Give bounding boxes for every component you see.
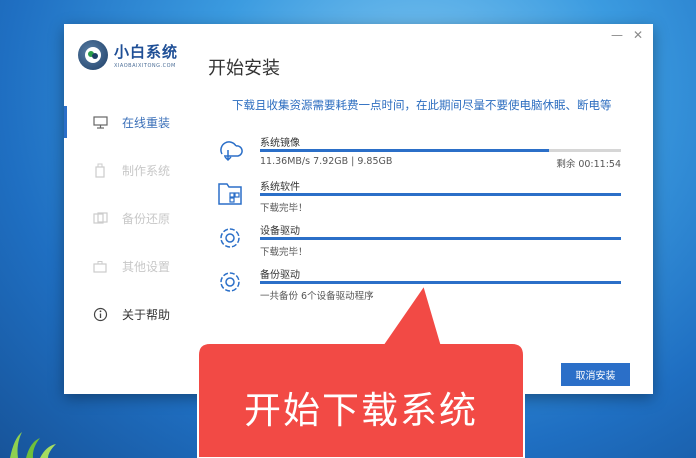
- task-name: 系统镜像: [260, 138, 300, 149]
- sidebar-item-label: 制作系统: [122, 163, 171, 178]
- sidebar-item-other-settings[interactable]: 其他设置: [64, 242, 194, 290]
- task-name: 系统软件: [260, 182, 300, 193]
- download-status: 下载完毕！: [260, 203, 308, 214]
- callout-text: 开始下载系统: [244, 389, 478, 432]
- progress-track: [260, 149, 621, 152]
- close-button[interactable]: ✕: [633, 28, 643, 42]
- sidebar-item-label: 在线重装: [122, 115, 171, 130]
- settings-briefcase-icon: [92, 258, 108, 274]
- progress-bar: [260, 281, 621, 284]
- download-status: 11.36MB/s 7.92GB | 9.85GB: [260, 156, 393, 167]
- cancel-install-button[interactable]: 取消安装: [561, 363, 630, 386]
- logo-badge-icon: [78, 40, 108, 70]
- download-status: 下载完毕！: [260, 247, 308, 258]
- usb-icon: [92, 162, 108, 178]
- progress-bar: [260, 149, 549, 152]
- software-package-icon: [214, 178, 246, 210]
- app-subtitle: XIAOBAIXITONG.COM: [114, 63, 176, 69]
- page-title: 开始安装: [208, 58, 280, 79]
- remaining-time: 剩余 00:11:54: [556, 159, 621, 170]
- task-name: 备份驱动: [260, 270, 300, 281]
- app-name: 小白系统: [114, 43, 179, 61]
- active-indicator: [64, 106, 67, 138]
- monitor-icon: [92, 114, 108, 130]
- progress-track: [260, 281, 621, 284]
- sidebar-item-label: 其他设置: [122, 259, 171, 274]
- sidebar-item-backup-restore[interactable]: 备份还原: [64, 194, 194, 242]
- progress-bar: [260, 193, 621, 196]
- minimize-button[interactable]: —: [611, 28, 623, 42]
- sidebar: 小白系统 XIAOBAIXITONG.COM 在线重装 制作系统 备份还原 其他…: [64, 24, 194, 394]
- desktop-grass-decoration: [10, 432, 56, 458]
- progress-track: [260, 193, 621, 196]
- sidebar-item-make-system[interactable]: 制作系统: [64, 146, 194, 194]
- sidebar-item-label: 关于帮助: [122, 307, 171, 322]
- sidebar-nav: 在线重装 制作系统 备份还原 其他设置 关于帮助: [64, 98, 194, 338]
- sidebar-item-label: 备份还原: [122, 211, 171, 226]
- sidebar-item-online-reinstall[interactable]: 在线重装: [64, 98, 194, 146]
- gear-icon: [214, 222, 246, 254]
- install-notice: 下载且收集资源需要耗费一点时间，在此期间尽量不要使电脑休眠、断电等: [232, 98, 612, 112]
- task-name: 设备驱动: [260, 226, 300, 237]
- sidebar-item-about-help[interactable]: 关于帮助: [64, 290, 194, 338]
- backup-icon: [92, 210, 108, 226]
- download-cloud-icon: [214, 134, 246, 166]
- app-logo: 小白系统 XIAOBAIXITONG.COM: [78, 40, 178, 70]
- progress-bar: [260, 237, 621, 240]
- progress-track: [260, 237, 621, 240]
- info-icon: [92, 306, 108, 322]
